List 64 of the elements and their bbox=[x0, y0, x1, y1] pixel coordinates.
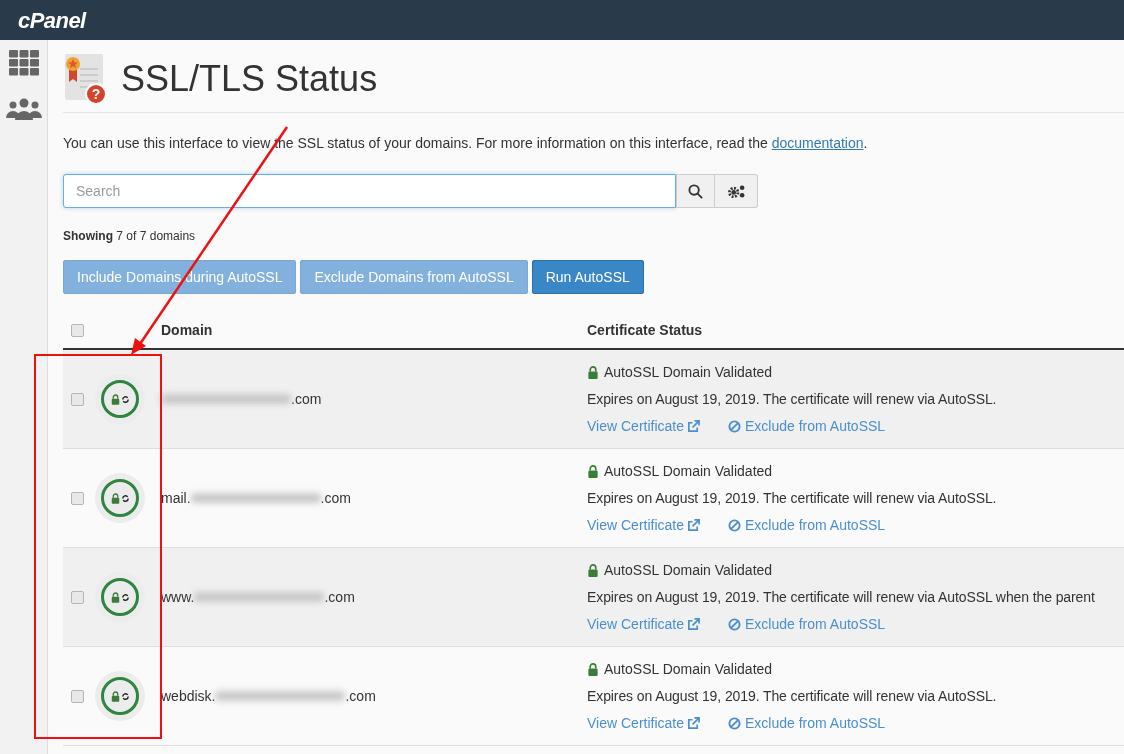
column-header[interactable]: Domain bbox=[161, 320, 587, 341]
expiry-text: Expires on August 19, 2019. The certificate will renew via AutoSSL. bbox=[587, 488, 997, 508]
lock-icon bbox=[587, 365, 599, 379]
view-certificate-link[interactable]: View Certificate bbox=[587, 514, 700, 536]
ban-icon bbox=[728, 617, 741, 631]
exclude-link[interactable]: Exclude from AutoSSL bbox=[728, 613, 886, 635]
lock-icon bbox=[110, 492, 120, 504]
search-button[interactable] bbox=[676, 174, 715, 208]
checkbox[interactable] bbox=[71, 689, 84, 703]
certificate-status: AutoSSL Domain Validated bbox=[604, 560, 773, 580]
exclude-link[interactable]: Exclude from AutoSSL bbox=[728, 415, 886, 437]
lock-icon bbox=[587, 464, 599, 478]
domain-count: Showing 7 of 7 domains bbox=[63, 228, 197, 245]
certificate-status: AutoSSL Domain Validated bbox=[604, 362, 773, 382]
grid-icon[interactable] bbox=[8, 50, 39, 76]
domain-suffix: .com bbox=[291, 389, 322, 409]
external-link-icon bbox=[687, 617, 700, 631]
documentation-link[interactable]: documentation bbox=[771, 135, 864, 151]
checkbox[interactable] bbox=[71, 392, 84, 406]
column-header[interactable]: Certificate Status bbox=[587, 320, 703, 341]
exclude-link[interactable]: Exclude from AutoSSL bbox=[728, 712, 886, 734]
lock-icon bbox=[110, 393, 120, 405]
checkbox[interactable] bbox=[71, 324, 84, 337]
ban-icon bbox=[728, 518, 741, 532]
domain-suffix: .com bbox=[320, 488, 351, 508]
action-button[interactable]: Include Domains during AutoSSL bbox=[63, 260, 297, 294]
refresh-icon bbox=[120, 592, 130, 602]
external-link-icon bbox=[687, 716, 700, 730]
certificate-status: AutoSSL Domain Validated bbox=[604, 461, 773, 481]
expiry-text: Expires on August 19, 2019. The certificate will renew via AutoSSL when the parent bbox=[587, 587, 1095, 607]
settings-button[interactable] bbox=[715, 174, 758, 208]
expiry-text: Expires on August 19, 2019. The certificate will renew via AutoSSL. bbox=[587, 686, 997, 706]
lock-icon bbox=[110, 690, 120, 702]
action-button[interactable]: Exclude Domains from AutoSSL bbox=[300, 260, 528, 294]
domain-prefix: webdisk. bbox=[161, 686, 216, 706]
domain-prefix: www. bbox=[161, 587, 195, 607]
logo[interactable]: cPanel bbox=[18, 3, 86, 37]
certificate-status: AutoSSL Domain Validated bbox=[604, 659, 773, 679]
ban-icon bbox=[728, 419, 741, 433]
page-title: SSL/TLS Status bbox=[121, 57, 378, 101]
checkbox[interactable] bbox=[71, 590, 84, 604]
lock-icon bbox=[110, 591, 120, 603]
ban-icon bbox=[728, 716, 741, 730]
action-button[interactable]: Run AutoSSL bbox=[531, 260, 644, 294]
view-certificate-link[interactable]: View Certificate bbox=[587, 712, 700, 734]
refresh-icon bbox=[120, 493, 130, 503]
search-icon bbox=[688, 183, 703, 199]
users-icon[interactable] bbox=[5, 98, 42, 120]
external-link-icon bbox=[687, 518, 700, 532]
view-certificate-link[interactable]: View Certificate bbox=[587, 415, 700, 437]
checkbox[interactable] bbox=[71, 491, 84, 505]
exclude-link[interactable]: Exclude from AutoSSL bbox=[728, 514, 886, 536]
view-certificate-link[interactable]: View Certificate bbox=[587, 613, 700, 635]
domain-suffix: .com bbox=[324, 587, 355, 607]
refresh-icon bbox=[120, 691, 130, 701]
domain-prefix: mail. bbox=[161, 488, 191, 508]
external-link-icon bbox=[687, 419, 700, 433]
lock-icon bbox=[587, 662, 599, 676]
expiry-text: Expires on August 19, 2019. The certificate will renew via AutoSSL. bbox=[587, 389, 997, 409]
refresh-icon bbox=[120, 394, 130, 404]
lock-icon bbox=[587, 563, 599, 577]
domain-suffix: .com bbox=[345, 686, 376, 706]
settings-icon bbox=[726, 183, 746, 199]
search-field[interactable]: Search bbox=[63, 174, 676, 208]
